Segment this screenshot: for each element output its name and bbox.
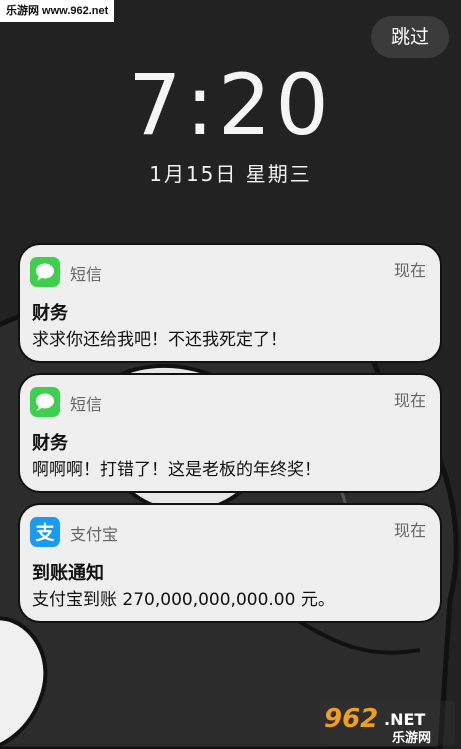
skip-button[interactable]: 跳过 <box>371 16 449 58</box>
notification-body: 支付宝到账 270,000,000,000.00 元。 <box>32 590 335 610</box>
notification-body: 求求你还给我吧！不还我死定了！ <box>32 330 287 350</box>
message-icon <box>30 387 60 417</box>
notification-card[interactable]: 短信 现在 财务 求求你还给我吧！不还我死定了！ <box>18 243 442 363</box>
site-watermark: 乐游网 www.962.net <box>0 0 115 22</box>
notification-app-name: 短信 <box>70 395 103 414</box>
logo-net: .NET <box>384 710 425 729</box>
lock-date: 1月15日 星期三 <box>149 162 312 186</box>
notification-title: 财务 <box>32 303 68 324</box>
notification-card[interactable]: 支 支付宝 现在 到账通知 支付宝到账 270,000,000,000.00 元… <box>18 503 442 623</box>
message-icon <box>30 257 60 287</box>
alipay-icon: 支 <box>30 517 60 547</box>
notification-time: 现在 <box>393 261 426 280</box>
notification-title: 财务 <box>32 433 68 454</box>
lock-clock: 7:20 <box>128 56 333 154</box>
notification-body: 啊啊啊！打错了！这是老板的年终奖！ <box>32 460 321 480</box>
notification-app-name: 短信 <box>70 265 103 284</box>
logo-number: 962 <box>324 704 378 734</box>
lock-screen: 乐游网 www.962.net 跳过 7:20 1月15日 星期三 短信 现在 … <box>0 0 461 749</box>
notification-time: 现在 <box>393 521 426 540</box>
notification-app-name: 支付宝 <box>70 525 119 544</box>
svg-text:支: 支 <box>34 522 55 544</box>
962-logo: 962 .NET 乐游网 <box>320 701 455 745</box>
logo-text: 乐游网 <box>392 730 431 745</box>
notification-card[interactable]: 短信 现在 财务 啊啊啊！打错了！这是老板的年终奖！ <box>18 373 442 493</box>
notification-time: 现在 <box>393 391 426 410</box>
notification-title: 到账通知 <box>32 563 104 584</box>
